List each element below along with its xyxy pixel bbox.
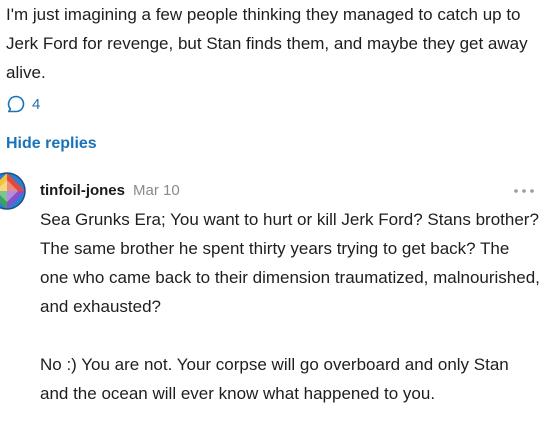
hide-replies-link[interactable]: Hide replies	[6, 135, 97, 153]
avatar[interactable]	[0, 172, 26, 210]
parent-comment-text: I'm just imagining a few people thinking…	[6, 5, 528, 82]
reply-header: tinfoil-jones Mar 10	[40, 180, 180, 200]
reply-body: Sea Grunks Era; You want to hurt or kill…	[40, 205, 540, 408]
reply-date: Mar 10	[133, 181, 180, 199]
speech-bubble-icon	[6, 94, 26, 114]
reply-paragraph: Sea Grunks Era; You want to hurt or kill…	[40, 210, 540, 316]
username-link[interactable]: tinfoil-jones	[40, 182, 125, 199]
reply-count-button[interactable]: 4	[6, 93, 40, 115]
reply-count: 4	[32, 95, 41, 113]
reply-paragraph: No :) You are not. Your corpse will go o…	[40, 355, 509, 403]
more-horizontal-icon[interactable]	[512, 184, 536, 196]
